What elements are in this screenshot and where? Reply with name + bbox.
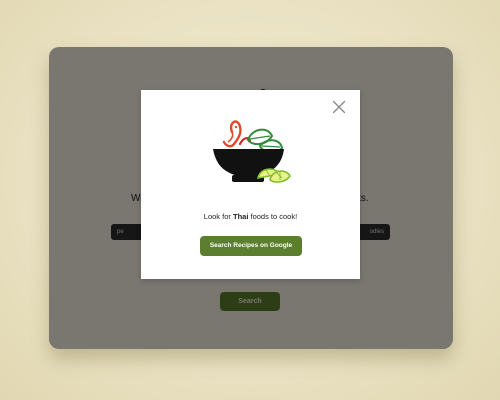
cuisine-name: Thai xyxy=(232,212,249,221)
thai-food-bowl-icon xyxy=(210,118,294,190)
search-recipes-google-button[interactable]: Search Recipes on Google xyxy=(200,236,302,256)
prompt-suffix: foods to cook! xyxy=(248,212,298,221)
recipe-modal: Look for Thai foods to cook! Search Reci… xyxy=(141,90,360,279)
close-icon[interactable] xyxy=(332,100,346,114)
modal-prompt: Look for Thai foods to cook! xyxy=(141,212,360,221)
prompt-prefix: Look for xyxy=(203,212,233,221)
